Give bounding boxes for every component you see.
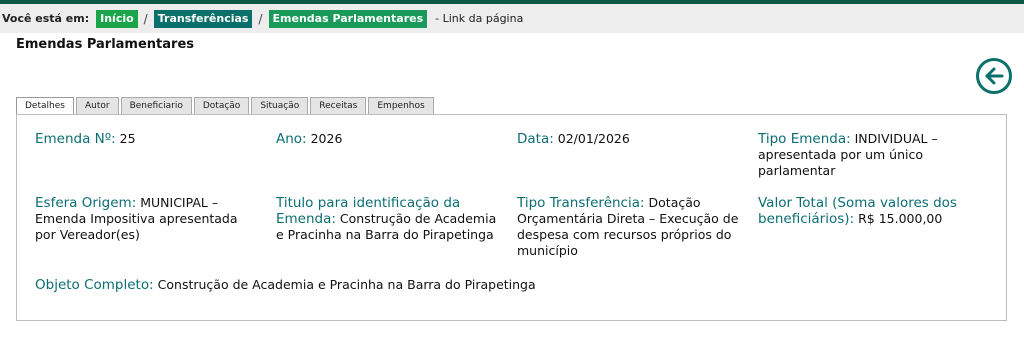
arrow-left-circle-icon [985, 67, 1004, 85]
breadcrumb-item-inicio[interactable]: Início [96, 9, 138, 28]
page-title: Emendas Parlamentares [16, 37, 195, 52]
field-ano: Ano: 2026 [276, 131, 506, 147]
breadcrumb: Você está em: Início / Transferências / … [0, 4, 1024, 33]
tab-empenhos[interactable]: Empenhos [368, 97, 434, 114]
field-value: 2026 [310, 131, 343, 146]
breadcrumb-label: Você está em: [2, 12, 90, 25]
back-button[interactable] [976, 58, 1012, 94]
field-value: 02/01/2026 [557, 131, 630, 146]
tab-autor[interactable]: Autor [75, 97, 119, 114]
breadcrumb-separator: / [143, 11, 148, 26]
page-link[interactable]: - Link da página [435, 12, 523, 25]
field-label: Objeto Completo: [35, 277, 154, 293]
field-value: R$ 15.000,00 [858, 211, 943, 226]
field-value: 25 [119, 131, 136, 146]
tab-detalhes[interactable]: Detalhes [16, 97, 74, 115]
field-tipo-transferencia: Tipo Transferência: Dotação Orçamentária… [517, 195, 747, 259]
field-objeto: Objeto Completo: Construção de Academia … [35, 277, 735, 293]
field-label: Emenda Nº: [35, 131, 116, 147]
field-label: Data: [517, 131, 554, 147]
breadcrumb-item-transferencias[interactable]: Transferências [153, 9, 253, 28]
field-emenda: Emenda Nº: 25 [35, 131, 265, 147]
field-value: Construção de Academia e Pracinha na Bar… [157, 277, 536, 292]
tab-beneficiario[interactable]: Beneficiario [120, 97, 192, 114]
field-valor-total: Valor Total (Soma valores dos beneficiár… [758, 195, 978, 227]
field-titulo: Titulo para identificação da Emenda: Con… [276, 195, 501, 243]
field-tipo-emenda: Tipo Emenda: INDIVIDUAL – apresentada po… [758, 131, 978, 179]
field-label: Tipo Emenda: [758, 131, 851, 147]
tab-situacao[interactable]: Situação [251, 97, 309, 114]
field-esfera-origem: Esfera Origem: MUNICIPAL – Emenda Imposi… [35, 195, 260, 243]
details-panel: Emenda Nº: 25 Ano: 2026 Data: 02/01/2026… [16, 114, 1007, 321]
field-label: Tipo Transferência: [517, 195, 645, 211]
tab-bar: Detalhes Autor Beneficiario Dotação Situ… [16, 96, 436, 115]
breadcrumb-separator: / [258, 11, 263, 26]
field-label: Ano: [276, 131, 307, 147]
breadcrumb-item-emendas[interactable]: Emendas Parlamentares [268, 9, 428, 28]
tab-dotacao[interactable]: Dotação [193, 97, 250, 114]
field-label: Esfera Origem: [35, 195, 137, 211]
field-data: Data: 02/01/2026 [517, 131, 747, 147]
tab-receitas[interactable]: Receitas [310, 97, 367, 114]
